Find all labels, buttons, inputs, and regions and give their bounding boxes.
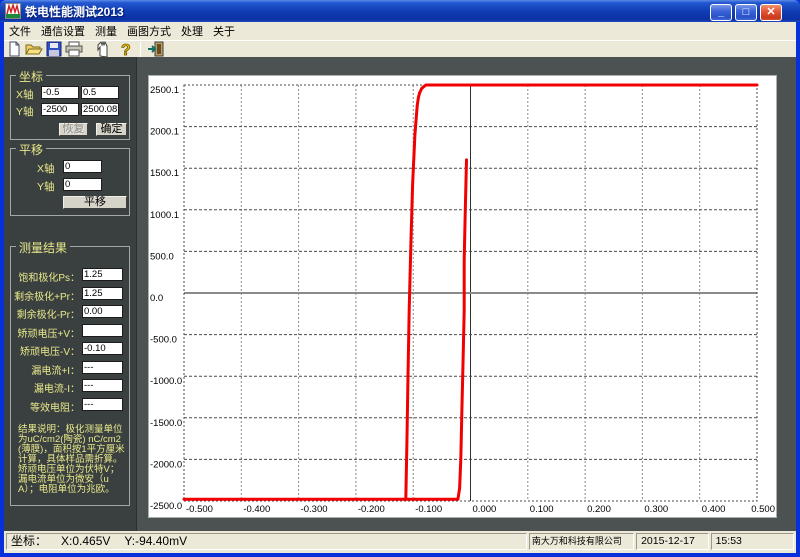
menu-comm-settings[interactable]: 通信设置: [36, 22, 90, 40]
chart-svg[interactable]: -0.500 -0.400 -0.300 -0.200 -0.100 0.000 0.100…: [149, 76, 776, 517]
pan-y-label: Y轴: [37, 181, 55, 193]
app-window: 铁电性能测试2013 _ □ ✕ 文件 通信设置 测量 画图方式 处理 关于 ?…: [0, 0, 800, 557]
pan-group: 平移 X轴 Y轴 平移: [10, 141, 130, 216]
coords-group-title: 坐标: [16, 68, 47, 85]
status-date: 2015-12-17: [636, 533, 709, 550]
status-coords: 坐标： X:0.465V Y:-94.40mV: [6, 533, 527, 550]
menu-bar: 文件 通信设置 测量 画图方式 处理 关于: [4, 22, 796, 40]
window-title: 铁电性能测试2013: [25, 4, 124, 19]
result-label-pr-neg: 剩余极化-Pr：: [16, 310, 80, 321]
svg-text:2500.1: 2500.1: [150, 85, 179, 96]
svg-text:-0.300: -0.300: [301, 504, 328, 515]
chart-panel: -0.500 -0.400 -0.300 -0.200 -0.100 0.000 0.100…: [148, 75, 777, 518]
svg-text:-2500.0: -2500.0: [150, 501, 182, 512]
result-label-ps: 饱和极化Ps：: [18, 273, 80, 284]
svg-text:500.0: 500.0: [150, 251, 174, 262]
svg-text:?: ?: [121, 42, 131, 57]
coords-x-label: X轴: [16, 89, 34, 101]
svg-text:-0.200: -0.200: [358, 504, 385, 515]
svg-text:0.200: 0.200: [587, 504, 611, 515]
status-company: 南大万和科技有限公司: [528, 533, 635, 550]
svg-text:2000.1: 2000.1: [150, 127, 179, 138]
svg-text:0.100: 0.100: [530, 504, 554, 515]
confirm-button[interactable]: 确定: [96, 123, 127, 136]
minimize-button[interactable]: _: [710, 4, 732, 21]
exit-icon[interactable]: [146, 41, 166, 57]
coords-y-max-input[interactable]: [81, 103, 119, 116]
open-icon[interactable]: [24, 41, 44, 57]
help-icon[interactable]: ?: [116, 41, 136, 57]
app-icon: [5, 2, 21, 19]
svg-text:0.300: 0.300: [644, 504, 668, 515]
result-label-resistance: 等效电阻：: [30, 403, 80, 414]
svg-text:-0.500: -0.500: [186, 504, 213, 515]
result-pr-neg-input[interactable]: [82, 305, 123, 318]
svg-text:-0.400: -0.400: [243, 504, 270, 515]
svg-text:0.000: 0.000: [473, 504, 497, 515]
svg-text:-0.100: -0.100: [415, 504, 442, 515]
coords-x-max-input[interactable]: [81, 86, 119, 99]
svg-text:0.500: 0.500: [751, 504, 775, 515]
pan-x-label: X轴: [37, 163, 55, 175]
status-time: 15:53: [710, 533, 794, 550]
coords-x-min-input[interactable]: [41, 86, 79, 99]
status-y-value: Y:-94.40mV: [124, 534, 188, 548]
result-label-leak-neg: 漏电流-I：: [33, 384, 80, 395]
status-x-value: X:0.465V: [61, 534, 111, 548]
print-icon[interactable]: [64, 41, 84, 57]
results-group: 测量结果 饱和极化Ps： 剩余极化+Pr： 剩余极化-Pr： 矫顽电压+V： 矫…: [10, 239, 130, 506]
svg-text:-2000.0: -2000.0: [150, 459, 182, 470]
coords-y-label: Y轴: [16, 106, 34, 118]
svg-text:-1000.0: -1000.0: [150, 376, 182, 387]
result-vc-neg-input[interactable]: [82, 342, 123, 355]
svg-text:1500.1: 1500.1: [150, 168, 179, 179]
svg-text:1000.1: 1000.1: [150, 210, 179, 221]
menu-file[interactable]: 文件: [4, 22, 36, 40]
pan-y-input[interactable]: [63, 178, 102, 191]
pan-x-input[interactable]: [63, 160, 102, 173]
new-icon[interactable]: [4, 41, 24, 57]
result-resistance-input[interactable]: [82, 398, 123, 411]
result-vc-pos-input[interactable]: [82, 324, 123, 337]
status-bar: 坐标： X:0.465V Y:-94.40mV 南大万和科技有限公司 2015-12…: [4, 531, 796, 553]
svg-text:-1500.0: -1500.0: [150, 418, 182, 429]
result-label-pr-pos: 剩余极化+Pr：: [14, 292, 80, 303]
restore-button[interactable]: 恢复: [59, 123, 88, 136]
toolbar: ?: [4, 40, 796, 57]
menu-about[interactable]: 关于: [208, 22, 240, 40]
pan-group-title: 平移: [16, 141, 47, 158]
result-leak-pos-input[interactable]: [82, 361, 123, 374]
results-group-title: 测量结果: [16, 239, 71, 256]
menu-plot-mode[interactable]: 画图方式: [122, 22, 176, 40]
result-leak-neg-input[interactable]: [82, 379, 123, 392]
toolbar-separator: [140, 41, 141, 57]
coords-group: 坐标 X轴 Y轴 恢复 确定: [10, 68, 130, 140]
hand-icon[interactable]: [92, 41, 112, 57]
save-icon[interactable]: [44, 41, 64, 57]
result-label-leak-pos: 漏电流+I：: [31, 366, 80, 377]
pan-button[interactable]: 平移: [63, 196, 127, 209]
control-panel: 坐标 X轴 Y轴 恢复 确定 平移 X轴 Y轴 平移 测量结果 饱和极化: [4, 57, 137, 531]
result-label-vc-neg: 矫顽电压-V：: [20, 347, 80, 358]
svg-text:0.0: 0.0: [150, 293, 163, 304]
result-pr-pos-input[interactable]: [82, 287, 123, 300]
result-label-vc-pos: 矫顽电压+V：: [17, 329, 80, 340]
close-button[interactable]: ✕: [760, 4, 782, 21]
svg-text:-500.0: -500.0: [150, 335, 177, 346]
client-area: 坐标 X轴 Y轴 恢复 确定 平移 X轴 Y轴 平移 测量结果 饱和极化: [4, 57, 796, 531]
svg-text:0.400: 0.400: [702, 504, 726, 515]
menu-measure[interactable]: 测量: [90, 22, 122, 40]
maximize-button[interactable]: □: [735, 4, 757, 21]
result-ps-input[interactable]: [82, 268, 123, 281]
status-coords-label: 坐标：: [11, 534, 48, 548]
menu-process[interactable]: 处理: [176, 22, 208, 40]
title-bar[interactable]: 铁电性能测试2013 _ □ ✕: [0, 0, 800, 22]
results-note: 结果说明：极化测量单位为uC/cm2(陶瓷) nC/cm2(薄膜)，面积按1平方…: [18, 424, 125, 495]
coords-y-min-input[interactable]: [41, 103, 79, 116]
